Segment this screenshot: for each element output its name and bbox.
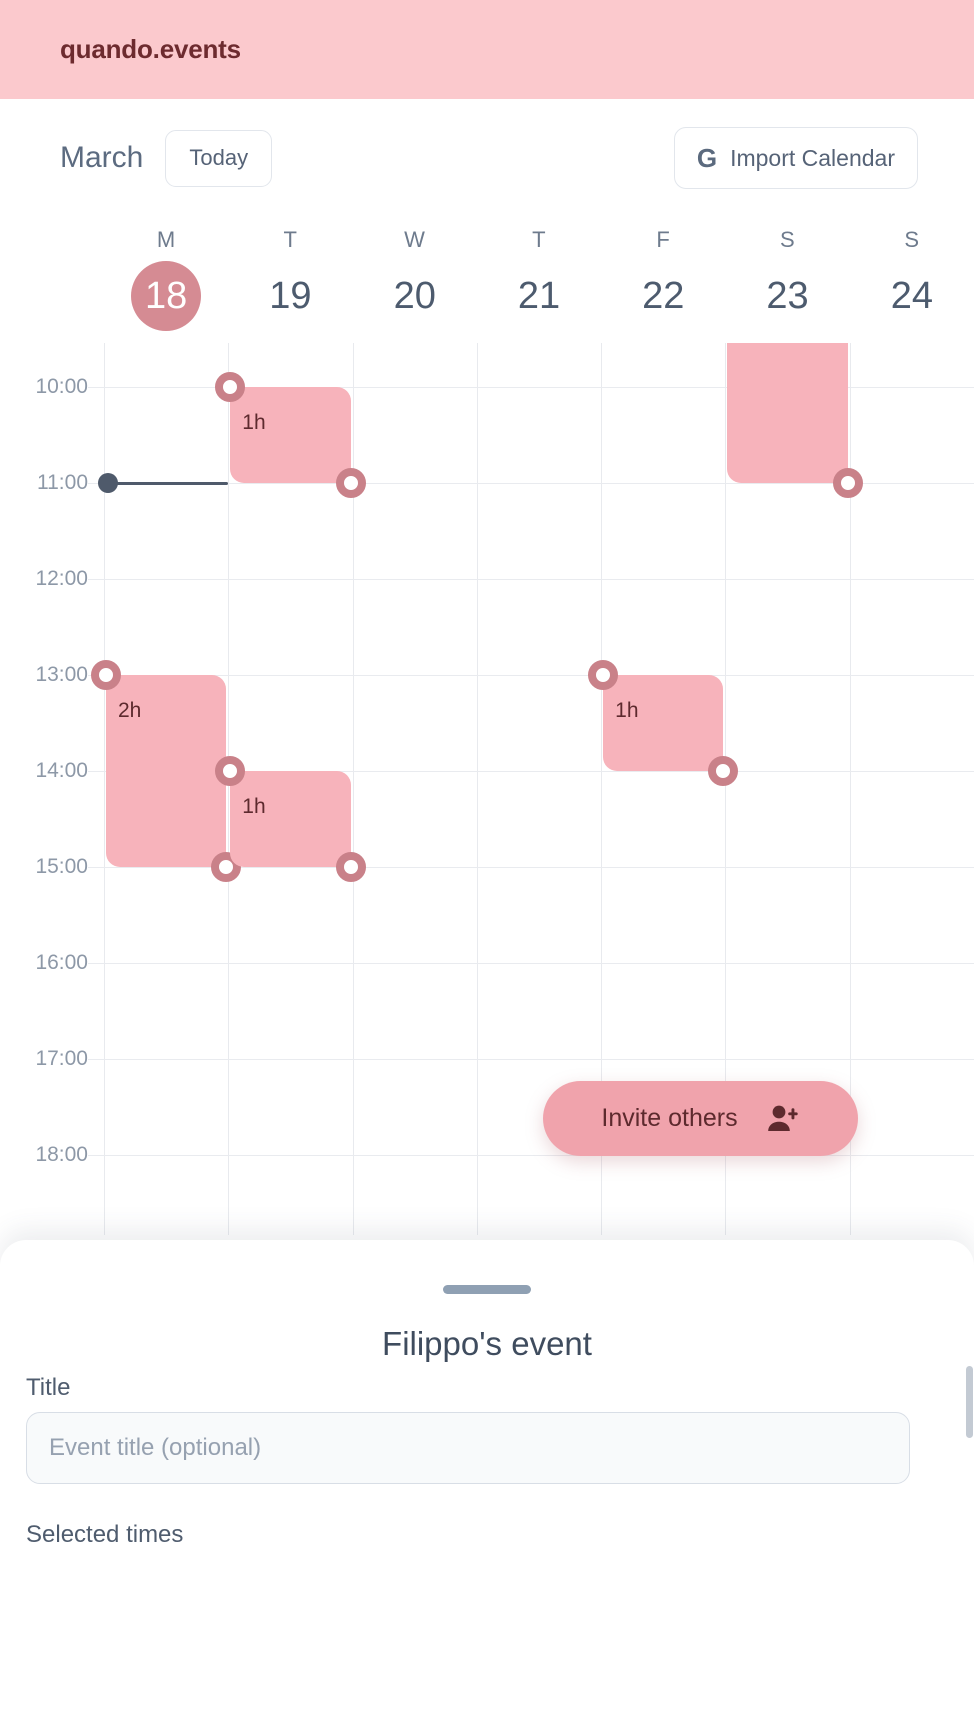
hour-label: 11:00 — [37, 471, 88, 494]
hour-label: 10:00 — [35, 375, 88, 398]
person-add-icon — [766, 1104, 800, 1134]
event-start-handle[interactable] — [91, 660, 121, 690]
hour-label: 17:00 — [35, 1047, 88, 1070]
today-button[interactable]: Today — [165, 129, 273, 187]
day-of-week-label: T — [532, 227, 546, 252]
calendar-event-block[interactable]: 1h — [230, 387, 351, 483]
sheet-title: Filippo's event — [382, 1325, 592, 1362]
day-column-header[interactable]: W 20 — [353, 217, 477, 343]
hour-label: 15:00 — [35, 855, 88, 878]
day-column-header[interactable]: T 21 — [477, 217, 601, 343]
event-title-input[interactable] — [26, 1412, 910, 1484]
month-label: March — [60, 141, 144, 174]
google-icon: G — [696, 143, 718, 173]
import-calendar-label: Import Calendar — [730, 144, 895, 171]
grid-hour-line — [88, 1155, 974, 1156]
calendar-event-block[interactable]: 1h — [603, 675, 724, 771]
day-column-header[interactable]: T 19 — [228, 217, 352, 343]
day-of-week-label: M — [156, 227, 176, 252]
calendar-event-block[interactable] — [727, 343, 848, 483]
brand-header: quando.events — [0, 0, 974, 99]
app-root: quando.events March Today G Import Calen… — [0, 0, 974, 1720]
page-scrollbar-thumb[interactable] — [966, 1366, 973, 1438]
selected-times-label: Selected times — [26, 1521, 184, 1548]
event-end-handle[interactable] — [832, 468, 863, 498]
event-duration-label: 2h — [118, 699, 142, 722]
day-number[interactable]: 20 — [380, 261, 450, 331]
sheet-drag-handle[interactable] — [443, 1285, 531, 1294]
day-number[interactable]: 24 — [877, 261, 947, 331]
grid-hour-line — [88, 963, 974, 964]
grid-hour-line — [88, 579, 974, 580]
event-duration-label: 1h — [242, 411, 266, 434]
day-column-header[interactable]: F 22 — [601, 217, 725, 343]
day-number[interactable]: 19 — [255, 261, 325, 331]
hour-label: 14:00 — [35, 759, 88, 782]
grid-hour-line — [88, 675, 974, 676]
calendar-event-block[interactable]: 2h — [106, 675, 227, 867]
event-duration-label: 1h — [242, 795, 266, 818]
hour-label: 16:00 — [35, 951, 88, 974]
day-number-selected[interactable]: 18 — [131, 261, 202, 331]
title-field-label: Title — [26, 1374, 71, 1401]
invite-others-button[interactable]: Invite others — [543, 1081, 858, 1156]
import-calendar-button[interactable]: G Import Calendar — [673, 127, 918, 189]
today-button-label: Today — [189, 145, 249, 170]
hour-label: 12:00 — [35, 567, 88, 590]
day-number[interactable]: 22 — [628, 261, 698, 331]
week-day-header: M 18 T 19 W 20 T 21 F 22 S 23 S 24 — [0, 217, 974, 343]
event-end-handle[interactable] — [335, 852, 366, 882]
invite-others-label: Invite others — [601, 1104, 738, 1132]
day-of-week-label: S — [780, 227, 796, 252]
day-number[interactable]: 23 — [753, 261, 823, 331]
grid-vertical-line — [228, 343, 230, 1235]
event-duration-label: 1h — [615, 699, 639, 722]
grid-vertical-line — [476, 343, 478, 1235]
day-number[interactable]: 21 — [504, 261, 574, 331]
calendar-event-block[interactable]: 1h — [230, 771, 351, 867]
grid-hour-line — [88, 1059, 974, 1060]
event-end-handle[interactable] — [335, 468, 366, 498]
current-time-dot — [98, 473, 118, 493]
event-start-handle[interactable] — [588, 660, 619, 690]
day-column-header[interactable]: M 18 — [104, 217, 228, 343]
day-of-week-label: W — [404, 227, 426, 252]
header-gutter-spacer — [0, 217, 104, 343]
day-of-week-label: F — [656, 227, 671, 252]
hour-label: 18:00 — [35, 1143, 88, 1166]
hour-label: 13:00 — [35, 663, 88, 686]
day-of-week-label: T — [283, 227, 298, 252]
day-of-week-label: S — [904, 227, 920, 252]
day-column-header[interactable]: S 23 — [725, 217, 849, 343]
current-time-line — [104, 482, 229, 485]
event-end-handle[interactable] — [708, 756, 739, 786]
day-columns: M 18 T 19 W 20 T 21 F 22 S 23 S 24 — [104, 217, 974, 343]
brand-title: quando.events — [60, 34, 241, 64]
hour-gutter: 10:00 11:00 12:00 13:00 14:00 15:00 16:00 17:00… — [0, 343, 104, 1235]
day-column-header[interactable]: S 24 — [850, 217, 974, 343]
calendar-toolbar: March Today G Import Calendar — [0, 99, 974, 217]
